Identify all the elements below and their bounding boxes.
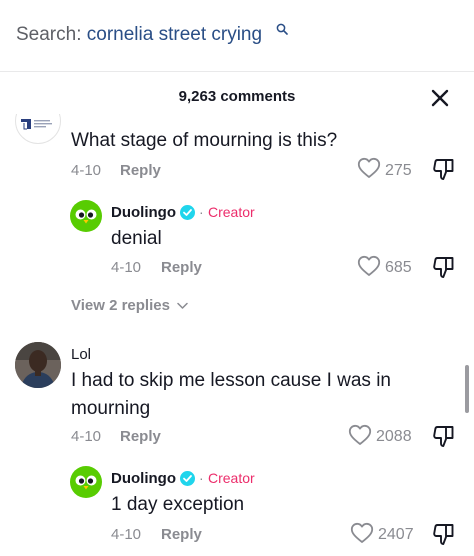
comment-text-line2: mourning bbox=[71, 398, 151, 419]
comment-text: What stage of mourning is this? bbox=[71, 130, 338, 151]
avatar[interactable] bbox=[15, 114, 61, 144]
comment-count: 9,263 comments bbox=[178, 88, 296, 105]
scrollbar[interactable] bbox=[465, 365, 469, 413]
dislike-icon[interactable] bbox=[432, 424, 456, 448]
reply-button[interactable]: Reply bbox=[120, 162, 161, 179]
search-prefix: Search: bbox=[16, 24, 87, 45]
reply-button[interactable]: Reply bbox=[120, 428, 161, 445]
dislike-icon[interactable] bbox=[432, 255, 456, 279]
dislike-icon[interactable] bbox=[432, 522, 456, 546]
view-replies-button[interactable]: View 2 replies bbox=[71, 297, 188, 314]
creator-badge: Creator bbox=[208, 204, 255, 220]
heart-icon[interactable] bbox=[357, 255, 381, 277]
duolingo-avatar[interactable] bbox=[70, 200, 102, 232]
reply-date: 4-10 bbox=[111, 259, 142, 276]
like-count: 275 bbox=[385, 162, 412, 179]
close-icon[interactable] bbox=[428, 86, 452, 110]
reply-date: 4-10 bbox=[111, 526, 142, 543]
verified-icon bbox=[180, 471, 195, 486]
heart-icon[interactable] bbox=[348, 424, 372, 446]
comment-date: 4-10 bbox=[71, 162, 102, 179]
avatar[interactable] bbox=[15, 342, 61, 388]
comment-text-line1: I had to skip me lesson cause I was in bbox=[71, 370, 391, 391]
reply-text: denial bbox=[111, 228, 162, 249]
search-icon[interactable] bbox=[276, 23, 288, 35]
verified-icon bbox=[180, 205, 195, 220]
reply-button[interactable]: Reply bbox=[161, 526, 202, 543]
reply-button[interactable]: Reply bbox=[161, 259, 202, 276]
like-count: 2407 bbox=[378, 526, 414, 543]
like-count: 685 bbox=[385, 259, 412, 276]
view-replies-label: View 2 replies bbox=[71, 297, 170, 314]
dislike-icon[interactable] bbox=[432, 157, 456, 181]
reply-text: 1 day exception bbox=[111, 494, 245, 515]
search-bar[interactable]: Search: cornelia street crying bbox=[0, 0, 474, 72]
like-count: 2088 bbox=[376, 428, 412, 445]
separator-dot: · bbox=[199, 470, 204, 486]
comment-date: 4-10 bbox=[71, 428, 102, 445]
reply-username[interactable]: Duolingo bbox=[111, 470, 176, 487]
search-text: Search: cornelia street crying bbox=[16, 24, 262, 46]
avatar-logo-icon bbox=[21, 119, 52, 130]
chevron-down-icon bbox=[177, 302, 188, 309]
separator-dot: · bbox=[199, 204, 204, 220]
search-query: cornelia street crying bbox=[86, 24, 263, 45]
heart-icon[interactable] bbox=[357, 157, 381, 179]
duolingo-avatar[interactable] bbox=[70, 466, 102, 498]
reply-username[interactable]: Duolingo bbox=[111, 204, 176, 221]
comment-username[interactable]: Lol bbox=[71, 346, 91, 363]
avatar-photo-icon bbox=[15, 342, 61, 388]
creator-badge: Creator bbox=[208, 470, 255, 486]
heart-icon[interactable] bbox=[350, 522, 374, 544]
